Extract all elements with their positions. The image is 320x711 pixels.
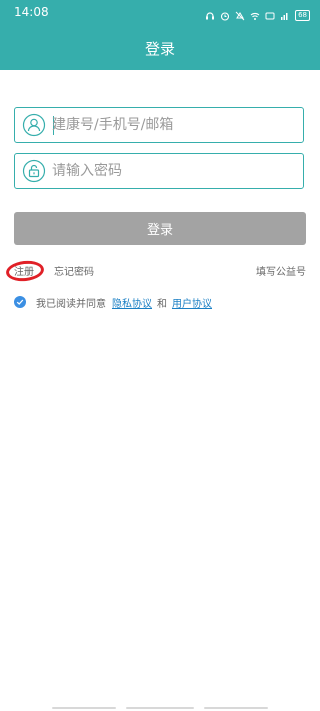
headset-icon [205, 6, 215, 25]
account-input[interactable] [52, 112, 297, 138]
signal-icon [280, 6, 290, 25]
forgot-password-link[interactable]: 忘记密码 [54, 263, 94, 278]
account-field[interactable] [14, 107, 304, 143]
mute-icon [235, 6, 245, 25]
nav-indicator-left [52, 707, 116, 709]
app-header: 登录 [0, 26, 320, 70]
nav-indicator-center [126, 707, 194, 709]
status-time: 14:08 [14, 5, 49, 19]
checkmark-icon [16, 299, 24, 305]
annotation-circle [5, 259, 45, 283]
privacy-policy-link[interactable]: 隐私协议 [112, 295, 152, 310]
login-button[interactable]: 登录 [14, 212, 306, 245]
nfc-icon [265, 6, 275, 25]
password-field[interactable] [14, 153, 304, 189]
nav-indicator-right [204, 707, 268, 709]
wifi-icon [250, 6, 260, 25]
agreement-and: 和 [157, 298, 167, 310]
password-input[interactable] [52, 158, 297, 184]
user-agreement-link[interactable]: 用户协议 [172, 295, 212, 310]
battery-indicator: 68 [295, 10, 310, 21]
lock-icon [22, 159, 46, 183]
agreement-row: 我已阅读并同意 隐私协议 和 用户协议 [14, 294, 214, 310]
agreement-prefix: 我已阅读并同意 [36, 298, 106, 310]
agreement-checkbox[interactable] [14, 296, 26, 308]
status-icons: 68 [205, 6, 310, 25]
status-bar: 14:08 68 [0, 0, 320, 26]
alarm-icon [220, 6, 230, 25]
public-account-link[interactable]: 填写公益号 [256, 263, 306, 278]
page-title: 登录 [144, 40, 175, 58]
user-icon [22, 113, 46, 137]
